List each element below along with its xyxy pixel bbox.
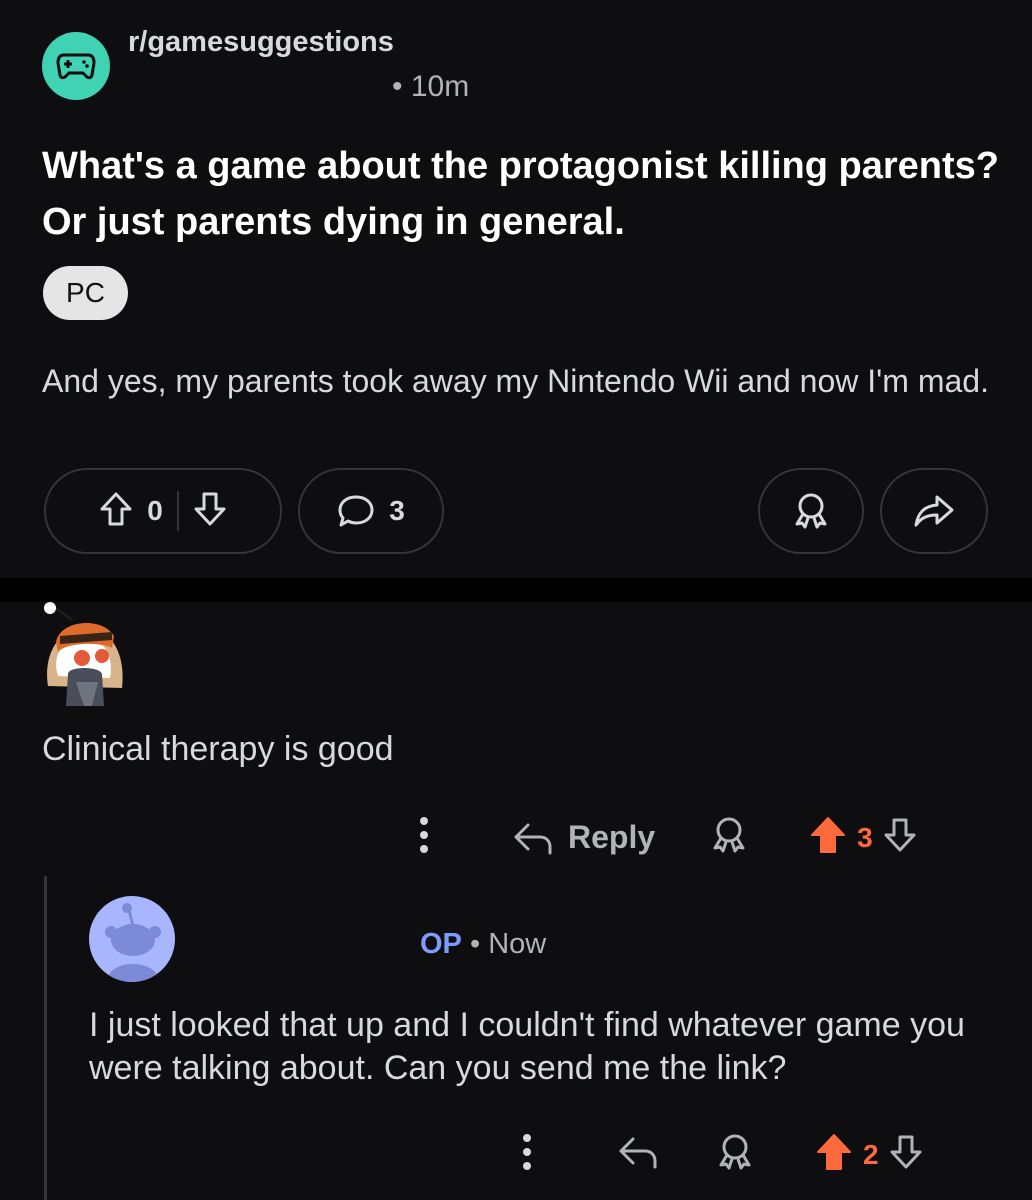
share-button[interactable]: [880, 468, 988, 554]
reply-text: I just looked that up and I couldn't fin…: [89, 1006, 965, 1087]
award-button[interactable]: [709, 815, 749, 860]
comment-score: 3: [857, 821, 873, 853]
award-button[interactable]: [758, 468, 864, 554]
comments-section: Clinical therapy is good Reply 3 OP • No…: [0, 602, 1032, 1200]
meta-separator: •: [469, 928, 481, 960]
more-options-button[interactable]: [416, 815, 432, 860]
award-icon: [795, 493, 827, 529]
arrow-down-outline-icon: [884, 818, 916, 852]
speech-bubble-icon: [338, 495, 374, 527]
section-separator: [0, 578, 1032, 602]
award-button[interactable]: [715, 1132, 755, 1177]
op-badge[interactable]: OP: [420, 928, 462, 960]
upvote-button[interactable]: [815, 1132, 853, 1177]
arrow-up-filled-icon: [811, 817, 846, 853]
reply-label: Reply: [568, 819, 656, 855]
arrow-down-outline-icon: [890, 1135, 922, 1169]
comment-actions: Reply 3: [416, 815, 917, 860]
comment-meta: OP • Now: [420, 928, 546, 961]
post-body: And yes, my parents took away my Nintend…: [42, 363, 989, 399]
comment-count: 3: [389, 495, 405, 526]
subreddit-name[interactable]: r/gamesuggestions: [128, 26, 394, 59]
vote-divider: [176, 491, 179, 531]
share-arrow-icon: [914, 495, 954, 527]
upvote-button[interactable]: [99, 491, 133, 532]
vertical-dots-icon: [420, 817, 428, 853]
post-flair[interactable]: PC: [43, 266, 128, 320]
comment-timestamp: Now: [488, 928, 547, 960]
downvote-button[interactable]: [883, 816, 917, 859]
downvote-button[interactable]: [889, 1133, 923, 1176]
reply-button[interactable]: [617, 1133, 659, 1176]
reply-score: 2: [863, 1138, 879, 1170]
reply-actions: 2: [519, 1132, 923, 1177]
award-icon: [719, 1134, 751, 1170]
commenter-avatar[interactable]: [42, 602, 128, 708]
post-card: r/gamesuggestions • 10m What's a game ab…: [0, 0, 1032, 578]
vote-bar: 0: [44, 468, 282, 554]
post-title[interactable]: What's a game about the protagonist kill…: [42, 138, 1002, 250]
award-icon: [713, 817, 745, 853]
comments-button[interactable]: 3: [298, 468, 444, 554]
gamepad-icon[interactable]: [42, 32, 110, 100]
post-vote-count: 0: [147, 495, 163, 526]
reply-arrow-icon: [514, 823, 552, 854]
post-timestamp: • 10m: [392, 70, 470, 103]
reply-button[interactable]: Reply: [512, 819, 655, 857]
arrow-down-outline-icon: [194, 492, 226, 525]
vertical-dots-icon: [523, 1134, 531, 1170]
op-avatar[interactable]: [89, 896, 175, 982]
more-options-button[interactable]: [519, 1132, 535, 1177]
downvote-button[interactable]: [193, 491, 227, 532]
reply-arrow-icon: [619, 1137, 657, 1169]
arrow-up-outline-icon: [100, 492, 132, 525]
comment-text: Clinical therapy is good: [42, 730, 394, 768]
upvote-button[interactable]: [809, 815, 847, 860]
thread-line[interactable]: [44, 876, 47, 1200]
arrow-up-filled-icon: [817, 1134, 851, 1170]
